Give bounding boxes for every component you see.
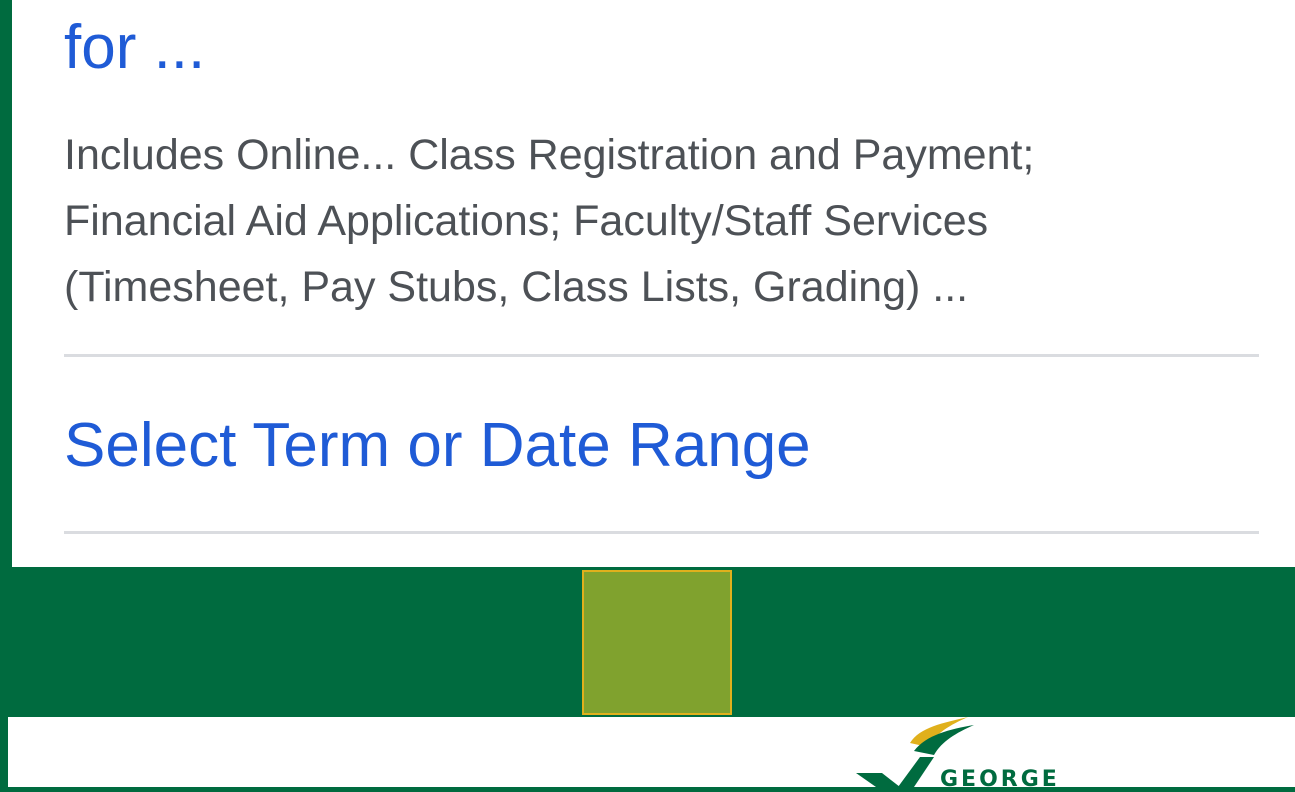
result-snippet: Includes Online... Class Registration an… [64,122,1244,320]
select-term-link[interactable]: Select Term or Date Range [64,406,811,486]
olive-tile[interactable] [582,570,732,715]
college-logo[interactable]: GEORGE [848,717,1088,792]
search-result-card: for ... Includes Online... Class Registr… [12,0,1295,567]
logo-wordmark: GEORGE [940,767,1060,792]
snippet-line: Includes Online... Class Registration an… [64,131,1035,179]
snippet-line: (Timesheet, Pay Stubs, Class Lists, Grad… [64,263,969,311]
divider [64,531,1259,534]
snippet-line: Financial Aid Applications; Faculty/Staf… [64,197,989,245]
divider [64,354,1259,357]
left-border-stripe [0,0,12,567]
footer-area: GEORGE [8,717,1295,792]
result-title-link[interactable]: for ... [64,8,205,88]
